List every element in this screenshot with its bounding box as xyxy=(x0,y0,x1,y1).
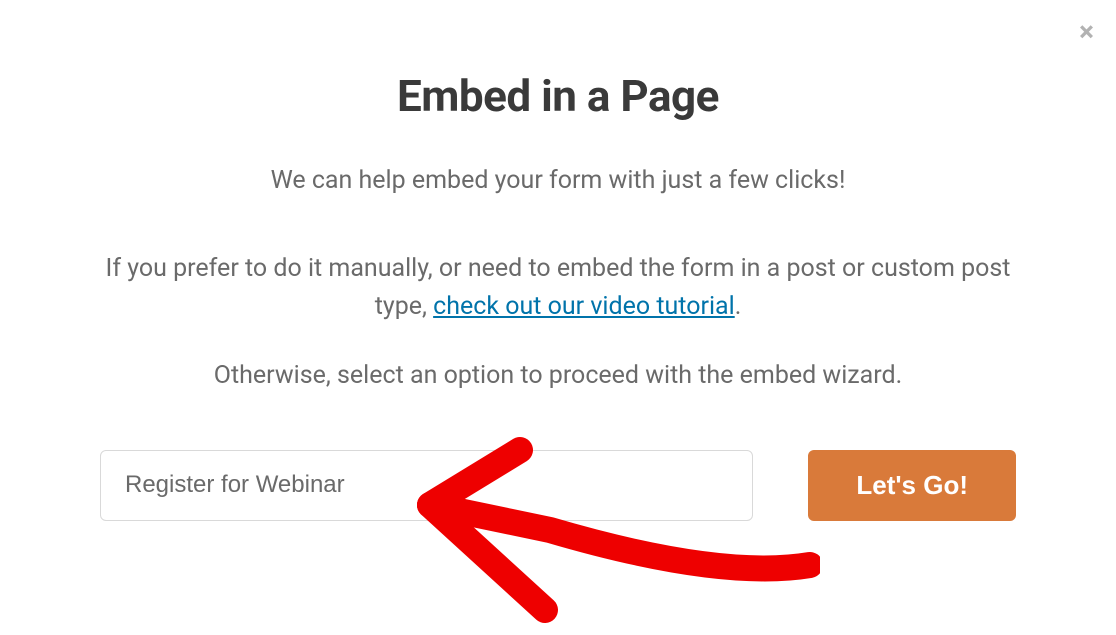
page-name-input[interactable] xyxy=(100,450,753,521)
modal-title: Embed in a Page xyxy=(100,70,1016,122)
modal-subtitle: We can help embed your form with just a … xyxy=(100,162,1016,200)
embed-modal: Embed in a Page We can help embed your f… xyxy=(0,0,1116,561)
modal-instruction: Otherwise, select an option to proceed w… xyxy=(100,357,1016,395)
close-button[interactable]: × xyxy=(1079,18,1094,46)
modal-description: If you prefer to do it manually, or need… xyxy=(100,250,1016,328)
video-tutorial-link[interactable]: check out our video tutorial xyxy=(433,292,735,321)
action-row: Let's Go! xyxy=(100,450,1016,521)
lets-go-button[interactable]: Let's Go! xyxy=(808,450,1016,521)
description-suffix: . xyxy=(735,292,742,321)
